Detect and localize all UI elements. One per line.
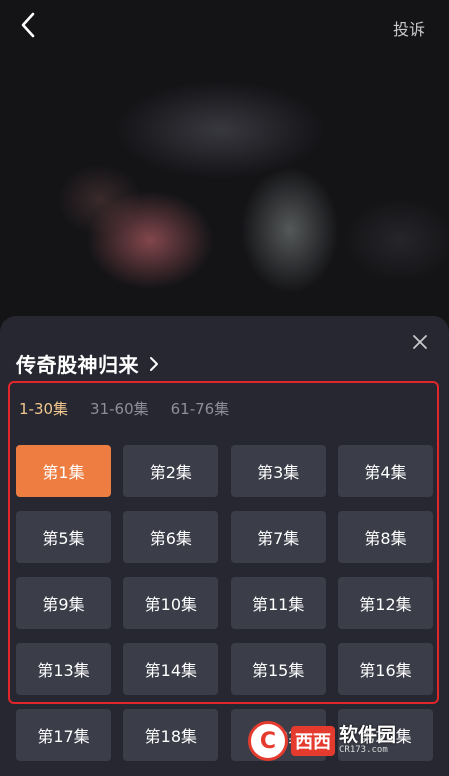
episode-button[interactable]: 第20集 — [337, 709, 433, 761]
episode-button[interactable]: 第1集 — [16, 445, 111, 497]
series-title-link[interactable]: 传奇股神归来 — [16, 349, 159, 378]
episode-button[interactable]: 第17集 — [16, 709, 111, 761]
episode-button[interactable]: 第18集 — [123, 709, 219, 761]
episode-button[interactable]: 第3集 — [230, 445, 326, 497]
range-tab-1-30[interactable]: 1-30集 — [19, 398, 68, 419]
episode-button[interactable]: 第12集 — [337, 577, 433, 629]
report-button[interactable]: 投诉 — [393, 16, 425, 40]
chevron-left-icon — [20, 12, 36, 42]
episode-button[interactable]: 第16集 — [337, 643, 433, 695]
episode-button[interactable]: 第19集 — [230, 709, 326, 761]
close-button[interactable] — [411, 335, 429, 353]
range-tab-31-60[interactable]: 31-60集 — [90, 398, 149, 419]
episode-button[interactable]: 第8集 — [337, 511, 433, 563]
close-icon — [412, 334, 428, 354]
episode-button[interactable]: 第2集 — [123, 445, 219, 497]
episode-button[interactable]: 第6集 — [123, 511, 219, 563]
video-player-backdrop[interactable] — [0, 0, 449, 340]
episode-button[interactable]: 第13集 — [16, 643, 111, 695]
back-button[interactable] — [14, 12, 42, 42]
episode-button[interactable]: 第11集 — [230, 577, 326, 629]
episode-button[interactable]: 第10集 — [123, 577, 219, 629]
episode-range-tabs: 1-30集 31-60集 61-76集 — [19, 398, 229, 419]
series-title: 传奇股神归来 — [16, 353, 139, 377]
episode-button[interactable]: 第15集 — [230, 643, 326, 695]
episode-button[interactable]: 第4集 — [337, 445, 433, 497]
episode-button[interactable]: 第14集 — [123, 643, 219, 695]
episode-button[interactable]: 第9集 — [16, 577, 111, 629]
range-tab-61-76[interactable]: 61-76集 — [171, 398, 230, 419]
chevron-right-icon — [149, 356, 159, 372]
episode-button[interactable]: 第7集 — [230, 511, 326, 563]
episode-button[interactable]: 第5集 — [16, 511, 111, 563]
episode-grid: 第1集 第2集 第3集 第4集 第5集 第6集 第7集 第8集 第9集 第10集… — [16, 445, 433, 761]
